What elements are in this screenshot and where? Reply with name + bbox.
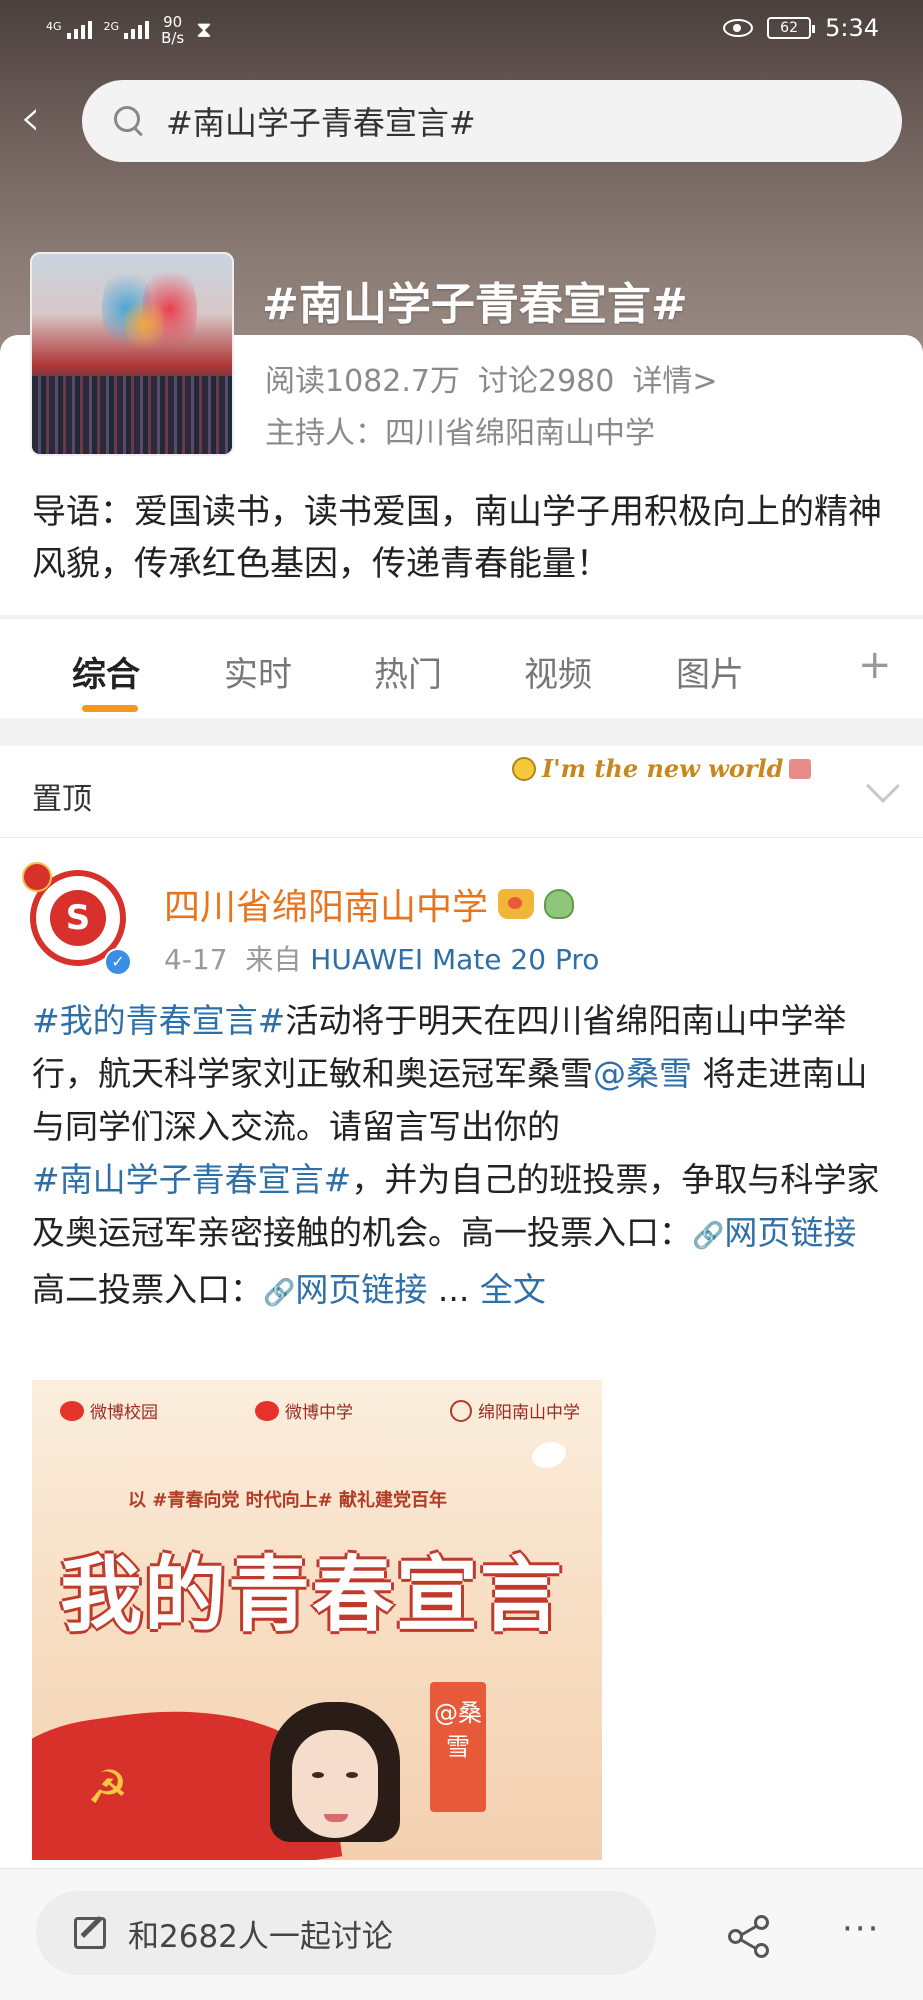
network-speed-unit: B/s: [161, 29, 185, 47]
shirt-icon: [789, 758, 812, 779]
sticker-text: I'm the new world: [542, 754, 784, 783]
status-bar: 4G 2G 90 B/s ⧗ 62 5:34: [0, 0, 923, 62]
comment-input[interactable]: 和2682人一起讨论: [36, 1891, 656, 1975]
portrait: [264, 1702, 406, 1860]
school-logo-icon: S: [50, 890, 106, 946]
image-logos: 微博校园 微博中学 绵阳南山中学: [60, 1398, 580, 1423]
tab-realtime[interactable]: 实时: [224, 647, 292, 696]
web-link-1[interactable]: 🔗网页链接: [692, 1213, 856, 1252]
image-logo-3: 绵阳南山中学: [450, 1398, 580, 1423]
add-tab-icon[interactable]: +: [858, 645, 892, 685]
post-ellipsis: ...: [427, 1270, 480, 1309]
avatar[interactable]: S ✓: [22, 862, 134, 976]
web-link-label: 网页链接: [295, 1270, 428, 1309]
status-right: 62 5:34: [723, 14, 879, 42]
edit-icon: [74, 1917, 106, 1949]
hashtag-link[interactable]: #我的青春宣言#: [32, 1001, 285, 1040]
image-title: 我的青春宣言: [60, 1547, 565, 1643]
verified-icon: ✓: [104, 948, 132, 976]
signal-icon-2: 2G: [104, 21, 150, 39]
crown-badge-icon: [498, 889, 535, 919]
back-arrow-icon[interactable]: ‹: [20, 92, 56, 146]
signal-label-2: 2G: [103, 20, 120, 33]
author-name[interactable]: 四川省绵阳南山中学: [164, 878, 488, 930]
network-speed: 90 B/s: [161, 14, 184, 46]
image-logo-label: 微博中学: [285, 1403, 353, 1423]
topic-details-link[interactable]: 详情>: [632, 356, 717, 400]
tab-bar: 综合 实时 热门 视频 图片 +: [0, 618, 923, 718]
tab-hot[interactable]: 热门: [374, 647, 442, 696]
battery-icon: 62: [767, 17, 816, 39]
hourglass-icon: ⧗: [196, 17, 212, 43]
post-date: 4-17: [164, 943, 228, 976]
pinned-label: 置顶: [32, 782, 92, 817]
status-left: 4G 2G 90 B/s ⧗: [46, 14, 212, 46]
pinned-sticker: I'm the new world: [512, 754, 812, 783]
post-text: #我的青春宣言#活动将于明天在四川省绵阳南山中学举行，航天科学家刘正敏和奥运冠军…: [32, 994, 898, 1320]
post-source-prefix: 来自: [245, 943, 302, 976]
pinned-row[interactable]: 置顶 I'm the new world: [0, 746, 923, 838]
topic-host: 主持人：四川省绵阳南山中学: [265, 416, 655, 451]
comment-placeholder: 和2682人一起讨论: [128, 1918, 393, 1955]
share-icon[interactable]: [728, 1915, 772, 1959]
mention-link[interactable]: @桑雪: [593, 1054, 692, 1093]
topic-title: #南山学子青春宣言#: [262, 279, 688, 330]
post-author[interactable]: 四川省绵阳南山中学: [164, 878, 575, 930]
topic-thumbnail[interactable]: [30, 252, 234, 456]
image-ribbon: @桑雪: [430, 1682, 486, 1812]
link-chain-icon: 🔗: [263, 1278, 296, 1308]
web-link-2[interactable]: 🔗网页链接: [263, 1270, 427, 1309]
tab-active-indicator: [82, 705, 138, 712]
weibo-post: S ✓ 四川省绵阳南山中学 4-17 来自 HUAWEI Mate 20 Pro…: [0, 838, 923, 1868]
link-chain-icon: 🔗: [692, 1221, 725, 1251]
image-subtitle: 以 #青春向党 时代向上# 献礼建党百年: [128, 1490, 447, 1511]
search-bar[interactable]: #南山学子青春宣言#: [82, 80, 902, 162]
hammer-sickle-icon: ☭: [87, 1760, 129, 1814]
signal-label-1: 4G: [46, 20, 62, 33]
image-logo-label: 微博校园: [90, 1403, 158, 1423]
post-meta: 4-17 来自 HUAWEI Mate 20 Pro: [164, 938, 599, 978]
tab-video[interactable]: 视频: [524, 647, 592, 696]
full-text-link[interactable]: 全文: [480, 1270, 546, 1309]
network-speed-value: 90: [163, 13, 183, 31]
post-image[interactable]: 微博校园 微博中学 绵阳南山中学 以 #青春向党 时代向上# 献礼建党百年 我的…: [32, 1380, 602, 1860]
topic-stats: 阅读1082.7万 讨论2980 详情>: [265, 356, 717, 400]
dove-icon: [532, 1442, 566, 1468]
search-icon: [112, 104, 146, 138]
hashtag-link[interactable]: #南山学子青春宣言#: [32, 1160, 351, 1199]
school-seal-icon: [450, 1399, 472, 1422]
post-text-part: 高二投票入口：: [32, 1270, 263, 1309]
clock: 5:34: [825, 14, 879, 42]
eye-comfort-icon: [723, 19, 754, 37]
lantern-icon: [22, 862, 52, 892]
image-logo-label: 绵阳南山中学: [478, 1403, 580, 1423]
web-link-label: 网页链接: [724, 1213, 857, 1252]
chevron-down-icon[interactable]: [866, 769, 900, 803]
topic-discussion-count: 讨论2980: [477, 364, 615, 399]
search-query[interactable]: #南山学子青春宣言#: [166, 98, 476, 144]
post-device[interactable]: HUAWEI Mate 20 Pro: [310, 943, 599, 976]
topic-read-count: 阅读1082.7万: [265, 364, 460, 399]
sprite-badge-icon: [544, 889, 575, 919]
tab-comprehensive[interactable]: 综合: [72, 647, 140, 696]
signal-icon-1: 4G: [46, 21, 92, 39]
image-logo-1: 微博校园: [60, 1398, 158, 1423]
weibo-icon: [255, 1400, 279, 1421]
topic-intro: 导语：爱国读书，读书爱国，南山学子用积极向上的精神风貌，传承红色基因，传递青春能…: [32, 492, 882, 584]
bottom-bar: 和2682人一起讨论 ···: [0, 1868, 923, 2000]
tab-pictures[interactable]: 图片: [676, 647, 744, 696]
more-icon[interactable]: ···: [842, 1909, 880, 1949]
sun-icon: [512, 756, 536, 781]
weibo-icon: [60, 1400, 84, 1421]
image-logo-2: 微博中学: [255, 1398, 353, 1423]
